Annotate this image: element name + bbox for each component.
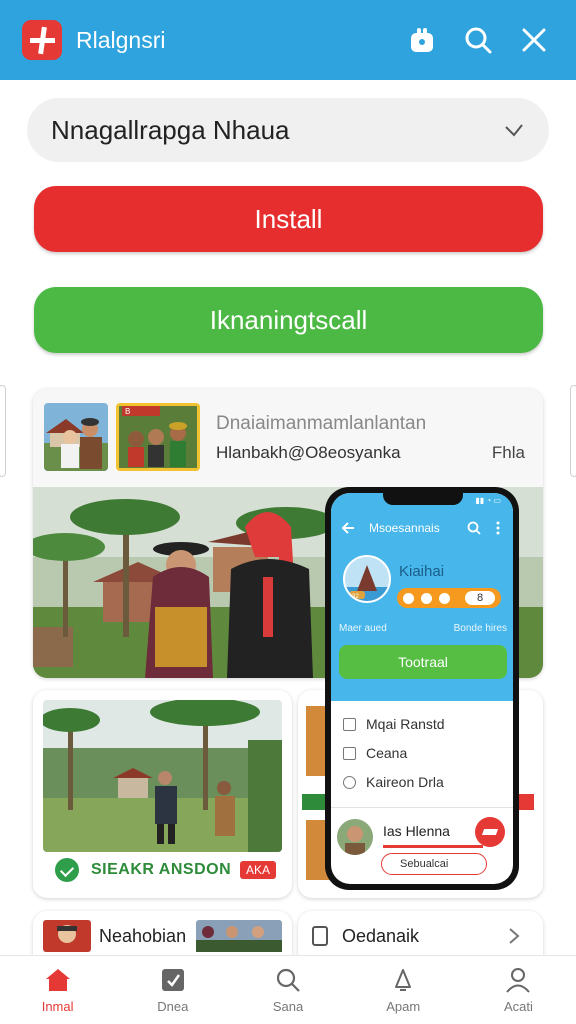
list-label-left: Neahobian	[99, 925, 187, 946]
app-select-value: Nnagallrapga Nhaua	[51, 114, 290, 145]
promo-photo	[43, 700, 282, 852]
feature-title: Dnaiaimanmamlanlantan	[216, 413, 427, 434]
nav-label-account: Acati	[503, 998, 533, 1014]
phone-select[interactable]: Sebualcai	[381, 853, 487, 875]
phone-list-item[interactable]: Ceana	[343, 742, 407, 764]
phone-profile-underline	[383, 845, 483, 848]
phone-divider	[331, 807, 513, 808]
phone-rating-bar: 8	[397, 588, 501, 608]
list-card-left[interactable]: Neahobian	[33, 911, 292, 961]
app-logo	[22, 20, 62, 60]
promo-brand-bar: SIEAKR ANSDON AKA	[43, 855, 282, 885]
secondary-install-button[interactable]: Iknaningtscall	[34, 287, 543, 353]
phone-profile-name: Ias Hlenna	[383, 823, 450, 839]
back-arrow-icon[interactable]	[341, 521, 355, 535]
user-icon	[506, 967, 531, 993]
phone-nav-title: Msoesannais	[369, 521, 440, 535]
install-button[interactable]: Install	[34, 186, 543, 252]
app-select-field[interactable]: Nnagallrapga Nhaua	[27, 98, 549, 162]
promo-badge: AKA	[239, 861, 276, 879]
nav-item-account[interactable]: Acati	[461, 956, 576, 1024]
checkbox-icon	[343, 746, 356, 760]
rating-dot	[403, 592, 414, 604]
phone-app-avatar: 32	[343, 555, 391, 603]
share-badge-icon[interactable]	[402, 20, 442, 60]
nav-label-search: Sana	[272, 998, 304, 1014]
nav-item-search[interactable]: Sana	[230, 956, 345, 1024]
nav-label-notifications: Apam	[386, 998, 421, 1014]
nav-label-home: Inmal	[41, 998, 74, 1014]
feature-thumbnail-2: B	[116, 403, 200, 471]
list-thumbnail-left	[43, 920, 91, 952]
list-label-right: Oedanaik	[342, 925, 420, 946]
phone-list-item[interactable]: Kaireon Drla	[343, 771, 444, 793]
home-icon	[45, 968, 70, 991]
avatar-badge: 32	[352, 594, 359, 600]
checkbox-icon	[343, 717, 356, 731]
document-icon	[312, 926, 328, 946]
bell-icon	[395, 968, 412, 991]
apps-icon	[161, 968, 184, 991]
chevron-down-icon	[505, 124, 523, 137]
search-icon[interactable]	[458, 20, 498, 60]
rating-dot	[421, 592, 432, 604]
bottom-nav: Inmal Dnea Sana Apam Acati	[0, 955, 576, 1024]
nav-label-apps: Dnea	[157, 998, 189, 1014]
phone-screen: ▮▮ ◔ ▭ Msoesannais 32 Kiaihai 8 Maer aue…	[331, 493, 513, 884]
phone-list-item-label: Kaireon Drla	[366, 774, 444, 790]
chevron-right-icon	[509, 928, 520, 944]
phone-list-item[interactable]: Mqai Ranstd	[343, 713, 445, 735]
app-screen: Rlalgnsri Nnagallrapga Nhaua Install Ikn…	[0, 0, 576, 1024]
nav-item-apps[interactable]: Dnea	[115, 956, 230, 1024]
feature-thumbnail-1	[44, 403, 108, 471]
phone-profile-avatar	[337, 819, 373, 855]
phone-header: ▮▮ ◔ ▭ Msoesannais 32 Kiaihai 8 Maer aue…	[331, 493, 513, 701]
phone-link-1[interactable]: Maer aued	[339, 623, 387, 639]
phone-profile-card[interactable]: Ias Hlenna Sebualcai	[337, 815, 509, 875]
phone-link-row: Maer aued Bonde hires	[339, 623, 507, 639]
phone-list-item-label: Ceana	[366, 745, 408, 761]
heart-check-icon	[55, 858, 79, 882]
nav-item-home[interactable]: Inmal	[0, 956, 115, 1024]
phone-link-2[interactable]: Bonde hires	[454, 623, 507, 639]
carousel-next-edge[interactable]	[570, 385, 576, 477]
phone-nav-bar: Msoesannais	[341, 517, 505, 539]
carousel-prev-edge[interactable]	[0, 385, 6, 477]
list-thumbnail-people	[196, 920, 283, 952]
phone-notch	[383, 493, 463, 505]
more-vertical-icon[interactable]	[491, 521, 505, 535]
phone-search-icon[interactable]	[467, 521, 481, 535]
app-title: Rlalgnsri	[76, 26, 166, 53]
phone-status-icons: ▮▮ ◔ ▭	[475, 496, 501, 505]
phone-action-button[interactable]: Tootraal	[339, 645, 507, 679]
search-icon	[276, 968, 300, 992]
promo-card-left[interactable]: SIEAKR ANSDON AKA	[33, 690, 292, 898]
feature-tag: Fhla	[491, 443, 525, 462]
feature-badge-text: B	[125, 407, 130, 416]
top-app-bar: Rlalgnsri	[0, 0, 576, 80]
feature-subtitle: Hlanbakh@O8eosyanka	[216, 443, 401, 462]
send-icon[interactable]	[475, 817, 505, 847]
promo-brand-text: SIEAKR ANSDON	[91, 861, 232, 878]
list-card-right[interactable]: Oedanaik	[298, 911, 543, 961]
close-icon[interactable]	[514, 20, 554, 60]
phone-list-item-label: Mqai Ranstd	[366, 716, 445, 732]
phone-select-label: Sebualcai	[400, 858, 449, 870]
radio-icon	[343, 775, 356, 789]
phone-mockup: ▮▮ ◔ ▭ Msoesannais 32 Kiaihai 8 Maer aue…	[325, 487, 519, 890]
rating-dot	[439, 592, 450, 604]
nav-item-notifications[interactable]: Apam	[346, 956, 461, 1024]
phone-app-name: Kiaihai	[399, 563, 445, 580]
rating-number: 8	[465, 591, 495, 605]
